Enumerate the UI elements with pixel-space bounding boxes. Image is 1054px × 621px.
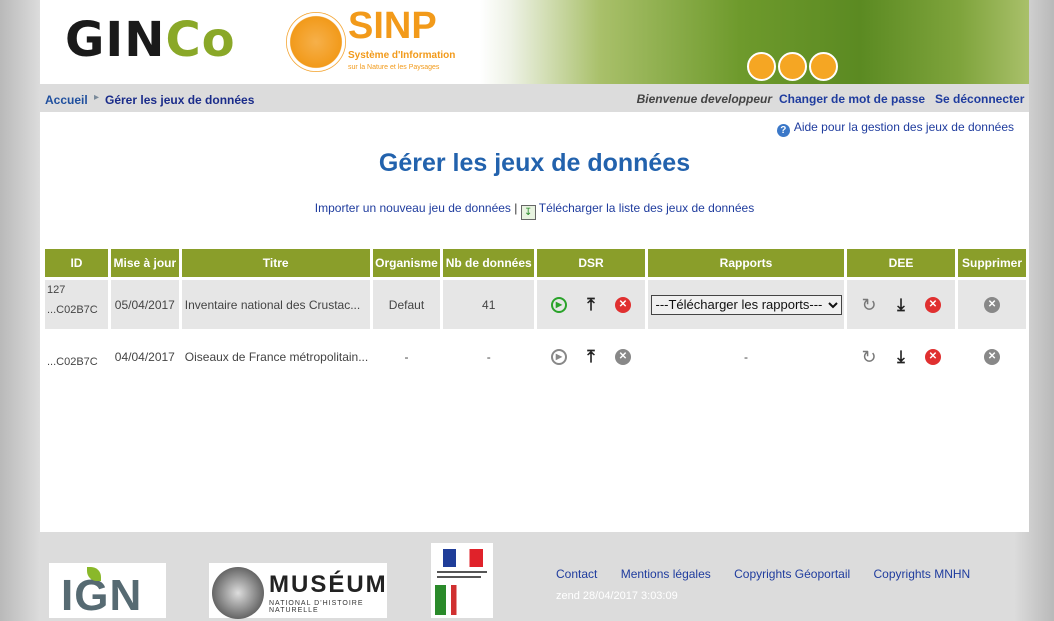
sinp-disc-icon: [286, 12, 346, 72]
sinp-subtitle: Système d'Information: [348, 50, 456, 61]
col-updated: Mise à jour: [110, 249, 179, 280]
museum-logo-text: MUSÉUM: [269, 571, 388, 598]
cell-reports: -: [648, 329, 844, 381]
col-organisme: Organisme: [372, 249, 441, 280]
version-text: zend 28/04/2017 3:03:09: [556, 590, 678, 602]
download-list-icon[interactable]: ↧: [520, 205, 536, 220]
landscape-icon: [747, 52, 776, 81]
download-icon[interactable]: ⤓: [893, 348, 909, 365]
refresh-icon[interactable]: ↻: [861, 348, 877, 366]
breadcrumb-current: Gérer les jeux de données: [105, 93, 255, 107]
sinp-logo: SINP Système d'Information sur la Nature…: [268, 0, 478, 84]
col-count: Nb de données: [443, 249, 534, 280]
import-dataset-link[interactable]: Importer un nouveau jeu de données: [315, 201, 511, 215]
ministry-text-line: [437, 576, 481, 578]
header-banner: GINCo SINP Système d'Information sur la …: [40, 0, 1029, 84]
id-line-2: ...C02B7C: [47, 356, 98, 368]
museum-logo-subtext: NATIONAL D'HISTOIRE NATURELLE: [269, 600, 364, 614]
footer-links: Contact Mentions légales Copyrights Géop…: [556, 567, 990, 581]
delete-icon[interactable]: ✕: [925, 348, 941, 365]
fish-icon: [809, 52, 838, 81]
cell-title: Oiseaux de France métropolitain...: [181, 329, 370, 381]
cell-dee: ↻ ⤓ ✕: [846, 280, 956, 329]
cell-id: ...C02B7C: [45, 329, 108, 381]
main-panel: ? Aide pour la gestion des jeux de donnée…: [40, 112, 1029, 532]
help-icon[interactable]: ?: [776, 124, 790, 137]
table-header-row: ID Mise à jour Titre Organisme Nb de don…: [45, 249, 1026, 280]
cell-count: 41: [443, 280, 534, 329]
cell-updated: 04/04/2017: [110, 329, 179, 381]
footer-link-contact[interactable]: Contact: [556, 567, 597, 581]
page-actions: Importer un nouveau jeu de données | ↧ Té…: [40, 201, 1029, 220]
col-reports: Rapports: [648, 249, 844, 280]
datasets-table: ID Mise à jour Titre Organisme Nb de don…: [42, 249, 1029, 381]
col-delete: Supprimer: [958, 249, 1026, 280]
page-title: Gérer les jeux de données: [378, 149, 691, 177]
cell-count: -: [443, 329, 534, 381]
ministry-logo[interactable]: [431, 543, 493, 618]
cell-title: Inventaire national des Crustac...: [181, 280, 370, 329]
french-flag-icon: [443, 549, 483, 567]
help-link[interactable]: ? Aide pour la gestion des jeux de donnée…: [776, 120, 1014, 137]
theme-icons: [747, 52, 840, 84]
play-icon[interactable]: ▶: [550, 348, 567, 365]
download-icon[interactable]: ⤓: [893, 296, 909, 313]
reports-select[interactable]: ---Télécharger les rapports---: [650, 294, 842, 315]
id-line-2: ...C02B7C: [47, 304, 98, 316]
logout-link[interactable]: Se déconnecter: [935, 92, 1024, 106]
cell-dee: ↻ ⤓ ✕: [846, 329, 956, 381]
upload-icon[interactable]: ⤒: [583, 296, 599, 313]
welcome-text: Bienvenue developpeur: [636, 92, 772, 106]
separator: |: [510, 201, 521, 215]
museum-logo[interactable]: MUSÉUM NATIONAL D'HISTOIRE NATURELLE: [209, 563, 388, 619]
ign-logo[interactable]: IGN: [49, 563, 166, 620]
top-nav: Accueil ▸ Gérer les jeux de données Bien…: [40, 84, 1029, 112]
cell-organisme: -: [372, 329, 441, 381]
footer-link-mnhn[interactable]: Copyrights MNHN: [874, 567, 971, 581]
ign-logo-text: IGN: [61, 571, 143, 620]
col-dsr: DSR: [536, 249, 646, 280]
breadcrumb-arrow-icon: ▸: [94, 92, 100, 103]
cell-delete: ✕: [958, 329, 1026, 381]
delete-icon[interactable]: ✕: [925, 296, 941, 313]
ginco-logo[interactable]: GINCo: [65, 14, 236, 66]
download-list-link[interactable]: Télécharger la liste des jeux de données: [539, 201, 754, 215]
table-row: ...C02B7C 04/04/2017 Oiseaux de France m…: [45, 329, 1026, 381]
change-password-link[interactable]: Changer de mot de passe: [779, 92, 925, 106]
museum-seal-icon: [212, 567, 264, 619]
cell-updated: 05/04/2017: [110, 280, 179, 329]
footer-link-legal[interactable]: Mentions légales: [621, 567, 711, 581]
table-row: 127 ...C02B7C 05/04/2017 Inventaire natio…: [45, 280, 1026, 329]
breadcrumb-home[interactable]: Accueil: [45, 93, 88, 107]
cell-dsr: ▶ ⤒ ✕: [536, 329, 646, 381]
col-title: Titre: [181, 249, 370, 280]
logo-text-accent: Co: [165, 12, 236, 68]
footer-link-geoportail[interactable]: Copyrights Géoportail: [734, 567, 850, 581]
logo-text: GIN: [65, 12, 166, 68]
bird-icon: [778, 52, 807, 81]
cell-id: 127 ...C02B7C: [45, 280, 108, 329]
cell-organisme: Defaut: [372, 280, 441, 329]
cell-reports: ---Télécharger les rapports---: [648, 280, 844, 329]
ministry-text-line: [437, 571, 487, 573]
sinp-subtitle-2: sur la Nature et les Paysages: [348, 64, 440, 71]
upload-icon[interactable]: ⤒: [583, 348, 599, 365]
col-id: ID: [45, 249, 108, 280]
delete-icon[interactable]: ✕: [984, 296, 1001, 313]
delete-icon[interactable]: ✕: [614, 296, 631, 313]
play-icon[interactable]: ▶: [550, 296, 567, 313]
delete-icon[interactable]: ✕: [614, 348, 631, 365]
col-dee: DEE: [846, 249, 956, 280]
ministry-emblem-icon: [435, 585, 489, 615]
cell-dsr: ▶ ⤒ ✕: [536, 280, 646, 329]
refresh-icon[interactable]: ↻: [861, 296, 877, 314]
delete-icon[interactable]: ✕: [984, 348, 1001, 365]
cell-delete: ✕: [958, 280, 1026, 329]
id-line-1: 127: [47, 284, 66, 296]
sinp-title: SINP: [348, 5, 437, 47]
help-link-label[interactable]: Aide pour la gestion des jeux de données: [794, 120, 1014, 134]
